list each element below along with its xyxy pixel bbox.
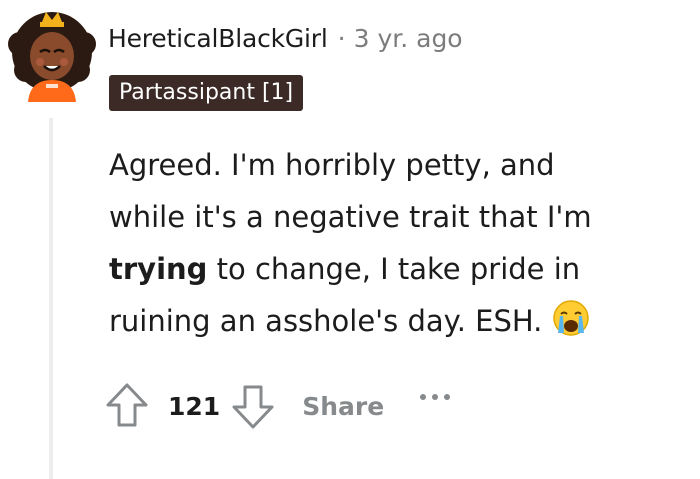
body-line: trying to change, I take pride in — [109, 243, 684, 295]
share-button[interactable]: Share — [302, 392, 384, 421]
more-options-icon[interactable] — [420, 394, 451, 400]
vote-score: 121 — [168, 391, 221, 421]
dot — [444, 394, 451, 400]
avatar-image — [8, 12, 96, 102]
avatar[interactable] — [6, 4, 98, 102]
body-text-segment: to change, I take pride in — [207, 252, 581, 286]
body-line: ruining an asshole's day. ESH. — [109, 295, 684, 347]
comment: HereticalBlackGirl · 3 yr. ago Partassip… — [0, 0, 700, 479]
comment-actions: 121 Share — [104, 380, 451, 432]
downvote-arrow-icon[interactable] — [230, 381, 276, 431]
dot — [420, 394, 427, 400]
upvote-arrow-icon[interactable] — [104, 381, 150, 431]
dot — [432, 394, 439, 400]
body-line: Agreed. I'm horribly petty, and — [109, 148, 555, 182]
thread-line[interactable] — [49, 118, 53, 479]
header-separator: · — [337, 24, 346, 53]
comment-header: HereticalBlackGirl · 3 yr. ago — [108, 24, 463, 60]
body-line: while it's a negative trait that I'm — [109, 200, 592, 234]
body-text-segment: ruining an asshole's day. ESH. — [109, 304, 543, 338]
comment-body: Agreed. I'm horribly petty, and while it… — [109, 139, 684, 347]
user-flair: Partassipant [1] — [109, 75, 304, 111]
bold-text: trying — [109, 252, 208, 286]
timestamp[interactable]: 3 yr. ago — [354, 24, 463, 53]
username-link[interactable]: HereticalBlackGirl — [108, 24, 328, 53]
crying-face-icon — [552, 299, 590, 337]
